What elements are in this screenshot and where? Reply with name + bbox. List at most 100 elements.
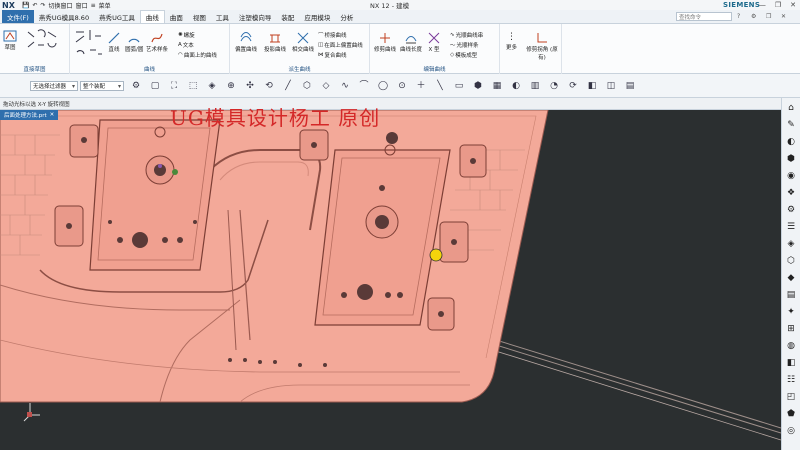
more-button[interactable]: 菜单 (99, 1, 111, 10)
resource-bar-icon[interactable]: ✦ (785, 306, 797, 318)
switch-window-button[interactable]: 切换窗口 (49, 1, 73, 10)
save-icon[interactable]: 💾 (22, 2, 29, 9)
composite-curve-button[interactable]: ⋈ 复合曲线 (318, 51, 347, 59)
toolbar-tool-icon[interactable]: ⬢ (472, 80, 484, 92)
toolbar-tool-icon[interactable]: ＋ (415, 80, 427, 92)
template-shaping-button[interactable]: ◇ 模板成型 (450, 51, 477, 59)
toolbar-tool-icon[interactable]: ⌒ (358, 80, 370, 92)
menu-icon[interactable]: ≡ (91, 2, 96, 9)
resource-bar-icon[interactable]: ◧ (785, 357, 797, 369)
tab-analysis[interactable]: 分析 (335, 10, 358, 23)
toolbar-tool-icon[interactable]: ◫ (605, 80, 617, 92)
trim-curve-button[interactable]: 修剪曲线 (374, 32, 396, 53)
tab-tools[interactable]: 工具 (211, 10, 234, 23)
more-commands-button[interactable]: ⋮ 更多 (506, 32, 517, 51)
resource-bar-icon[interactable]: ⬢ (785, 153, 797, 165)
smooth-spline-button[interactable]: ∿ 光顺曲线串 (450, 31, 483, 39)
selection-filter-dropdown[interactable]: 无选择过滤器 (30, 81, 78, 91)
line-button[interactable]: 直线 (108, 32, 120, 53)
toolbar-tool-icon[interactable]: ⊕ (225, 80, 237, 92)
offset-on-face-button[interactable]: ◫ 在面上偏置曲线 (318, 41, 363, 49)
resource-bar-icon[interactable]: ☰ (785, 221, 797, 233)
tab-view[interactable]: 视图 (188, 10, 211, 23)
undo-icon[interactable]: ↶ (32, 2, 37, 9)
resource-bar-icon[interactable]: ⬟ (785, 408, 797, 420)
toolbar-tool-icon[interactable]: ◈ (206, 80, 218, 92)
fairing-button[interactable]: ～光顺样条 (450, 41, 479, 49)
insert-pocket-left[interactable] (89, 119, 221, 271)
resource-bar-icon[interactable]: ❖ (785, 187, 797, 199)
help-icon[interactable]: ? (737, 13, 740, 20)
curve-length-button[interactable]: 曲线长度 (400, 32, 422, 53)
trim-corner-button[interactable]: 修剪拐角 (原有) (526, 32, 558, 61)
toolbar-tool-icon[interactable]: ◧ (586, 80, 598, 92)
toolbar-tool-icon[interactable]: ⚙ (130, 80, 142, 92)
close-icon[interactable]: ✕ (790, 1, 796, 9)
toolbar-tool-icon[interactable]: ▢ (149, 80, 161, 92)
sketch-button[interactable]: 草图 (3, 30, 17, 51)
resource-bar-icon[interactable]: ⊞ (785, 323, 797, 335)
mold-model-view[interactable] (0, 110, 781, 450)
tab-assembly[interactable]: 装配 (276, 10, 299, 23)
toolbar-tool-icon[interactable]: ◯ (377, 80, 389, 92)
window-menu-button[interactable]: 窗口 (76, 1, 88, 10)
toolbar-tool-icon[interactable]: ▥ (529, 80, 541, 92)
resource-bar-icon[interactable]: ◍ (785, 340, 797, 352)
resource-bar-icon[interactable]: ◰ (785, 391, 797, 403)
graphics-viewport[interactable] (0, 110, 781, 450)
tab-yanxiu-mold[interactable]: 燕秀UG模具8.60 (34, 10, 94, 23)
close-ribbon-icon[interactable]: ✕ (781, 13, 786, 20)
tab-mold-wizard[interactable]: 注塑模向导 (234, 10, 277, 23)
resource-bar-icon[interactable]: ◐ (785, 136, 797, 148)
text-button[interactable]: A 文本 (178, 41, 194, 49)
selection-scope-dropdown[interactable]: 整个装配 (80, 81, 124, 91)
offset-curve-button[interactable]: 偏置曲线 (235, 32, 257, 53)
toolbar-tool-icon[interactable]: ◔ (548, 80, 560, 92)
toolbar-tool-icon[interactable]: ▭ (453, 80, 465, 92)
minimize-icon[interactable]: — (759, 1, 766, 9)
tab-yanxiu-tools[interactable]: 燕秀UG工具 (94, 10, 140, 23)
tab-surface[interactable]: 曲面 (165, 10, 188, 23)
resource-bar-icon[interactable]: ◈ (785, 238, 797, 250)
resource-bar-icon[interactable]: ⚙ (785, 204, 797, 216)
toolbar-tool-icon[interactable]: ⛶ (168, 80, 180, 92)
settings-icon[interactable]: ⚙ (751, 13, 756, 20)
toolbar-tool-icon[interactable]: ╲ (434, 80, 446, 92)
studio-spline-button[interactable]: 艺术样条 (146, 32, 168, 53)
toolbar-tool-icon[interactable]: ⟳ (567, 80, 579, 92)
command-search-input[interactable]: 查找命令 (676, 12, 732, 21)
document-tab-close-icon[interactable]: ✕ (50, 112, 55, 118)
document-tab[interactable]: 后面处理方法.prt ✕ (0, 110, 59, 120)
project-curve-button[interactable]: 投影曲线 (264, 32, 286, 53)
redo-icon[interactable]: ↷ (41, 2, 46, 9)
toolbar-tool-icon[interactable]: ▦ (491, 80, 503, 92)
toolbar-tool-icon[interactable]: ⟲ (263, 80, 275, 92)
resource-bar-icon[interactable]: ▤ (785, 289, 797, 301)
resource-bar-icon[interactable]: ☷ (785, 374, 797, 386)
toolbar-tool-icon[interactable]: ⬡ (301, 80, 313, 92)
arc-circle-button[interactable]: 圆弧/圆 (125, 32, 143, 53)
intersection-curve-button[interactable]: 相交曲线 (292, 32, 314, 53)
bridge-curve-button[interactable]: ⌒ 桥接曲线 (318, 31, 347, 39)
toolbar-tool-icon[interactable]: ◐ (510, 80, 522, 92)
toolbar-tool-icon[interactable]: ╱ (282, 80, 294, 92)
toolbar-tool-icon[interactable]: ◇ (320, 80, 332, 92)
resource-bar-icon[interactable]: ⌂ (785, 102, 797, 114)
resource-bar-icon[interactable]: ◉ (785, 170, 797, 182)
x-form-button[interactable]: X 型 (428, 32, 440, 53)
restore-ribbon-icon[interactable]: ❐ (766, 13, 771, 20)
restore-icon[interactable]: ❐ (775, 1, 781, 9)
helix-button[interactable]: ✺ 螺旋 (178, 31, 195, 39)
toolbar-tool-icon[interactable]: ⊙ (396, 80, 408, 92)
resource-bar-icon[interactable]: ◆ (785, 272, 797, 284)
tab-file[interactable]: 文件(F) (2, 10, 34, 23)
toolbar-tool-icon[interactable]: ∿ (339, 80, 351, 92)
toolbar-tool-icon[interactable]: ✣ (244, 80, 256, 92)
tab-curve[interactable]: 曲线 (139, 10, 165, 23)
resource-bar-icon[interactable]: ⬡ (785, 255, 797, 267)
resource-bar-icon[interactable]: ◎ (785, 425, 797, 437)
curve-on-surface-button[interactable]: ◠ 曲面上的曲线 (178, 51, 217, 59)
toolbar-tool-icon[interactable]: ⬚ (187, 80, 199, 92)
toolbar-tool-icon[interactable]: ▤ (624, 80, 636, 92)
resource-bar-icon[interactable]: ✎ (785, 119, 797, 131)
